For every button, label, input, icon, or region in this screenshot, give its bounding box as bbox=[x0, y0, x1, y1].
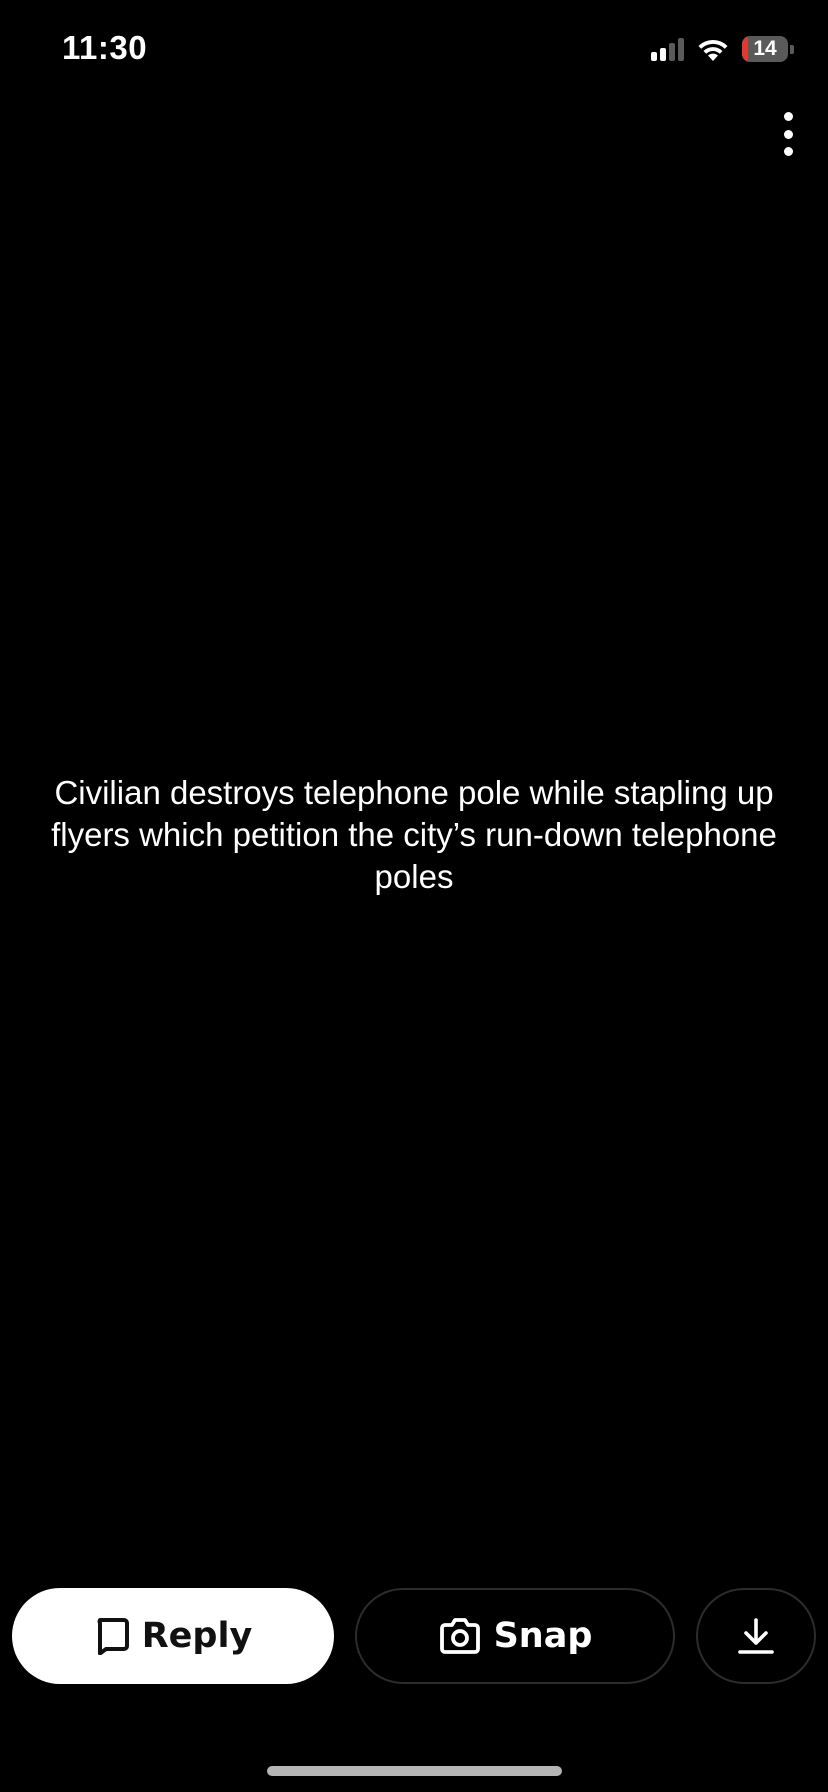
battery-icon: 14 bbox=[742, 36, 788, 62]
camera-icon bbox=[439, 1618, 480, 1654]
chat-bubble-icon bbox=[97, 1618, 129, 1655]
battery-indicator: 14 bbox=[742, 36, 794, 62]
reply-button[interactable]: Reply bbox=[12, 1588, 334, 1684]
download-icon bbox=[738, 1618, 774, 1654]
download-button[interactable] bbox=[696, 1588, 816, 1684]
cellular-signal-icon bbox=[651, 37, 684, 61]
status-indicators: 14 bbox=[651, 34, 794, 64]
more-vertical-icon bbox=[783, 112, 793, 121]
snap-button[interactable]: Snap bbox=[355, 1588, 675, 1684]
wifi-icon bbox=[698, 39, 728, 61]
home-indicator[interactable] bbox=[267, 1766, 562, 1776]
status-time: 11:30 bbox=[62, 29, 148, 66]
story-caption: Civilian destroys telephone pole while s… bbox=[51, 774, 777, 895]
snap-label: Snap bbox=[493, 1616, 593, 1656]
battery-cap bbox=[790, 44, 794, 54]
more-options-button[interactable] bbox=[776, 112, 800, 156]
reply-label: Reply bbox=[141, 1616, 253, 1656]
battery-level: 14 bbox=[753, 37, 777, 60]
